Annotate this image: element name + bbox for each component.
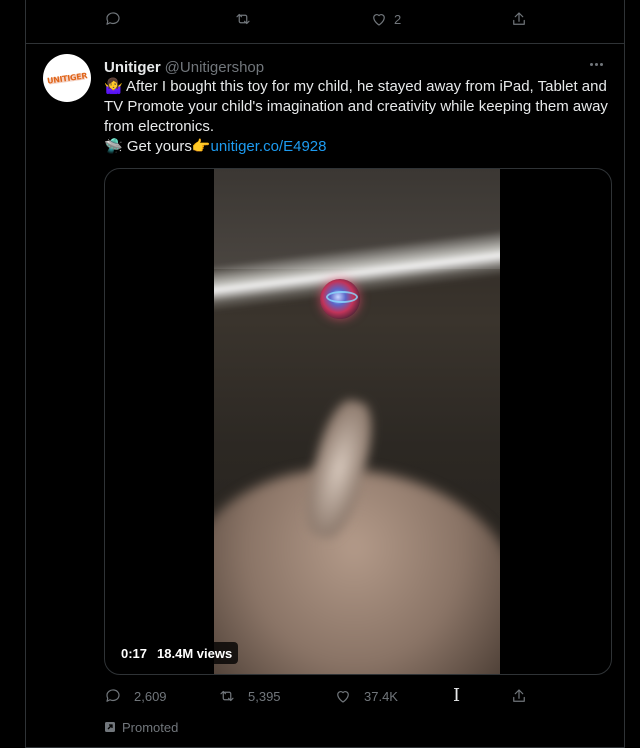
tweet-body: 🤷‍♀️ After I bought this toy for my chil… [104,78,608,135]
timeline-column: 2 UNITIGER Unitiger @Unitigershop 🤷‍♀️ A… [25,0,625,748]
video-views: 18.4M views [157,645,233,661]
author-name[interactable]: Unitiger [104,59,161,76]
retweet-count: 5,395 [248,688,281,704]
like-count: 37.4K [364,688,398,704]
retweet-button[interactable]: 5,395 [218,686,281,706]
avatar-logo: UNITIGER [46,70,88,86]
promoted-tweet[interactable]: UNITIGER Unitiger @Unitigershop 🤷‍♀️ Aft… [26,44,624,748]
more-dot-icon [589,62,593,66]
text-cursor-icon: I [453,684,461,706]
more-dot-icon [599,62,603,66]
tweet-cta-prefix: 🛸 Get yours👉 [104,138,211,155]
video-duration: 0:17 [121,645,148,661]
reply-icon [106,689,120,702]
retweet-icon [220,690,234,702]
author-handle[interactable]: @Unitigershop [165,59,264,76]
promoted-icon [105,722,115,732]
tweet-header: Unitiger @Unitigershop [104,57,612,77]
video-info-overlay: 0:17 18.4M views [115,642,239,664]
more-dot-icon [594,62,598,66]
retweet-button[interactable] [234,9,252,29]
reply-button[interactable]: 2,609 [104,686,167,706]
tweet-cta-line: 🛸 Get yours👉unitiger.co/E4928 [104,137,614,157]
retweet-icon [236,13,250,25]
avatar[interactable]: UNITIGER [43,54,91,102]
video-player[interactable]: 0:17 18.4M views [104,168,612,675]
like-count: 2 [394,11,402,27]
more-options-button[interactable] [584,54,608,74]
tweet-link[interactable]: unitiger.co/E4928 [211,138,327,155]
heart-icon [373,14,385,26]
like-button[interactable]: 2 [370,9,401,29]
share-icon [513,12,525,25]
share-button[interactable] [510,9,528,29]
share-icon [513,689,525,702]
video-frame [214,169,500,674]
promoted-indicator: Promoted [104,719,178,735]
tweet-actions: 2,609 5,395 37.4K I [104,684,604,708]
video-hand [214,469,500,674]
reply-count: 2,609 [134,688,167,704]
like-button[interactable]: 37.4K [334,686,398,706]
reply-button[interactable] [104,9,122,29]
heart-icon [337,691,349,703]
video-spinning-ball [320,279,360,319]
previous-tweet-actions: 2 [26,0,624,44]
reply-icon [106,12,120,25]
share-button[interactable] [510,686,528,706]
tweet-text: 🤷‍♀️ After I bought this toy for my chil… [104,77,614,157]
promoted-label: Promoted [122,719,179,735]
